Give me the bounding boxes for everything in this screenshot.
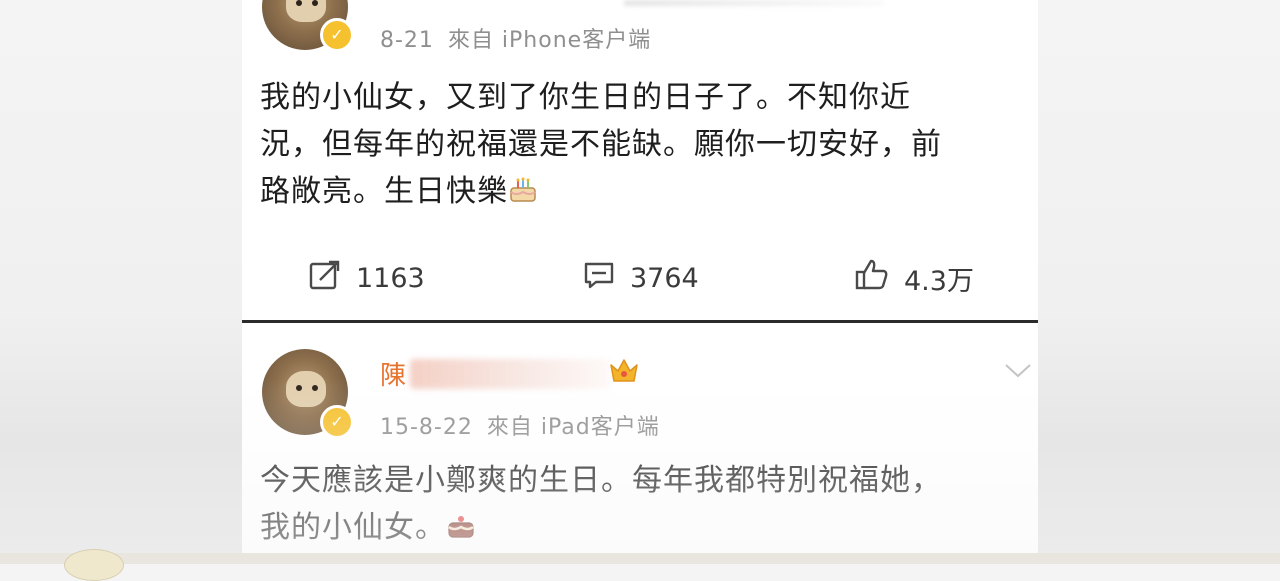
next-post-edge <box>0 553 1280 564</box>
post-body: 我的小仙女，又到了你生日的日子了。不知你近 況，但每年的祝福還是不能缺。願你一切… <box>260 74 942 215</box>
post-text-line: 路敞亮。生日快樂 <box>260 174 508 209</box>
weibo-post-2: ✓ 陳 15-8-22 來自 iPad客户端 今天應該是小鄭爽的生日。每年我都特別… <box>242 323 1038 564</box>
post-text-line-last: 路敞亮。生日快樂 <box>260 168 942 215</box>
comment-count: 3764 <box>630 262 699 294</box>
cake-emoji-icon <box>446 506 476 538</box>
post-source: 來自 iPad客户端 <box>486 415 660 440</box>
weibo-post-1: ✓ 8-21 來自 iPhone客户端 我的小仙女，又到了你生日的日子了。不知你近… <box>242 0 1038 320</box>
post-timestamp: 8-21 <box>380 28 434 53</box>
repost-button[interactable]: 1163 <box>308 250 425 306</box>
username[interactable]: 陳 <box>380 355 408 392</box>
post-body: 今天應該是小鄭爽的生日。每年我都特別祝福她， 我的小仙女。 <box>260 457 942 551</box>
share-icon <box>308 258 342 299</box>
post-timestamp: 15-8-22 <box>380 415 473 440</box>
post-text-line: 況，但每年的祝福還是不能缺。願你一切安好，前 <box>260 127 942 162</box>
cake-emoji-icon <box>508 170 538 202</box>
post-text-line-last: 我的小仙女。 <box>260 504 942 551</box>
post-meta: 8-21 來自 iPhone客户端 <box>380 22 651 54</box>
thumbs-up-icon <box>854 257 890 300</box>
verified-badge-icon: ✓ <box>320 405 354 439</box>
post-text-line: 今天應該是小鄭爽的生日。每年我都特別祝福她， <box>260 463 942 498</box>
blurred-username <box>410 359 610 389</box>
verified-badge-icon: ✓ <box>320 18 354 52</box>
comment-button[interactable]: 3764 <box>582 250 699 306</box>
comment-icon <box>582 258 616 299</box>
crown-icon <box>608 355 640 389</box>
repost-count: 1163 <box>356 262 425 294</box>
post-source: 來自 iPhone客户端 <box>447 28 652 53</box>
post-text-line: 我的小仙女，又到了你生日的日子了。不知你近 <box>260 80 911 115</box>
post-meta: 15-8-22 來自 iPad客户端 <box>380 409 660 441</box>
chevron-down-icon[interactable] <box>1004 363 1032 383</box>
like-button[interactable]: 4.3万 <box>854 250 974 306</box>
next-post-avatar <box>64 549 124 581</box>
post-actions: 1163 3764 4.3万 <box>242 250 1038 306</box>
weibo-feed-card: ✓ 8-21 來自 iPhone客户端 我的小仙女，又到了你生日的日子了。不知你近… <box>242 0 1038 564</box>
like-count: 4.3万 <box>904 265 974 297</box>
post-text-line: 我的小仙女。 <box>260 510 446 545</box>
